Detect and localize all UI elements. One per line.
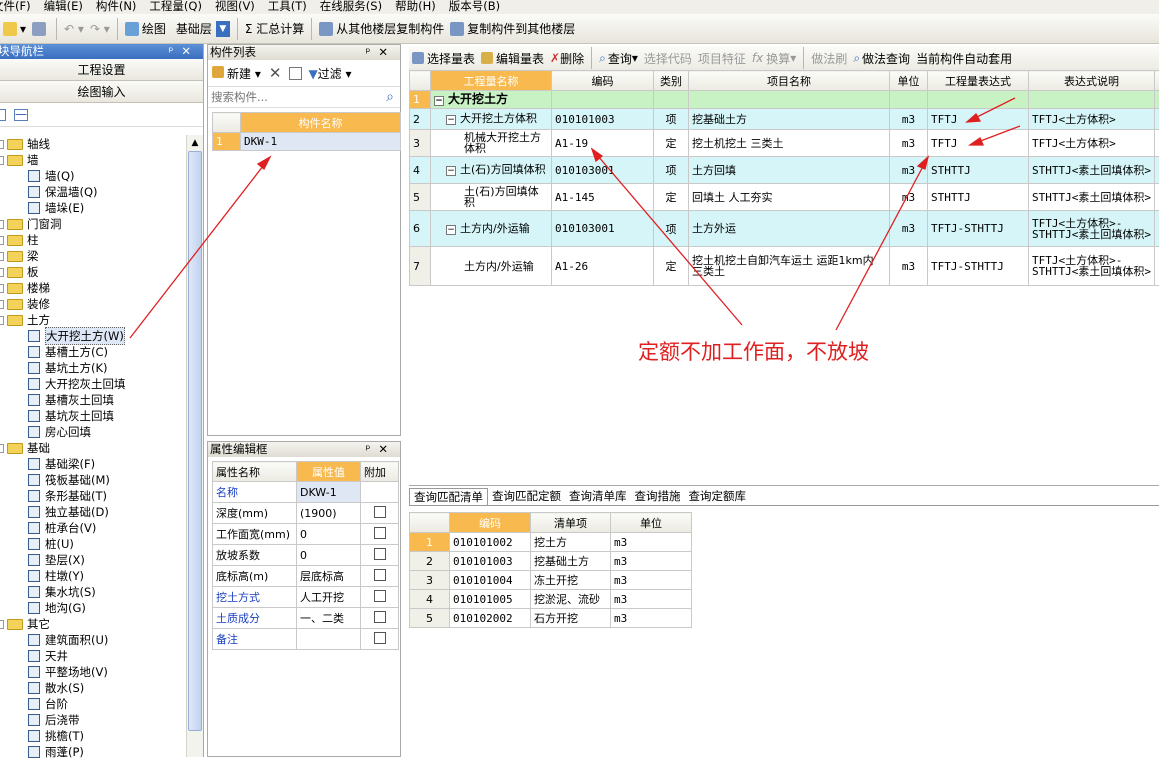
column-header[interactable]: 单位 <box>611 513 692 533</box>
arrow-line <box>592 149 742 325</box>
query-result-row[interactable]: 3010101004冻土开挖m3 <box>410 571 692 590</box>
query-result-row[interactable]: 2010101003挖基础土方m3 <box>410 552 692 571</box>
arrowhead <box>967 114 980 122</box>
column-header[interactable]: 编码 <box>450 513 531 533</box>
query-tab[interactable]: 查询清单库 <box>565 488 631 505</box>
query-tabs: 查询匹配清单查询匹配定额查询清单库查询措施查询定额库 <box>409 488 1159 506</box>
query-panel: 查询匹配清单查询匹配定额查询清单库查询措施查询定额库 编码清单项单位 10101… <box>409 485 1159 757</box>
query-result-row[interactable]: 1010101002挖土方m3 <box>410 533 692 552</box>
query-result-table: 编码清单项单位 1010101002挖土方m32010101003挖基础土方m3… <box>409 512 692 628</box>
query-tab[interactable]: 查询定额库 <box>685 488 751 505</box>
query-result-row[interactable]: 4010101005挖淤泥、流砂m3 <box>410 590 692 609</box>
query-tab[interactable]: 查询匹配定额 <box>488 488 565 505</box>
arrow-line <box>836 157 928 330</box>
arrowhead <box>258 157 270 169</box>
arrow-line <box>130 157 270 338</box>
query-tab[interactable]: 查询措施 <box>631 488 685 505</box>
query-tab[interactable]: 查询匹配清单 <box>409 488 488 505</box>
arrowhead <box>970 138 983 145</box>
column-header[interactable]: 清单项 <box>531 513 611 533</box>
arrowhead <box>918 157 928 169</box>
query-result-row[interactable]: 5010102002石方开挖m3 <box>410 609 692 628</box>
